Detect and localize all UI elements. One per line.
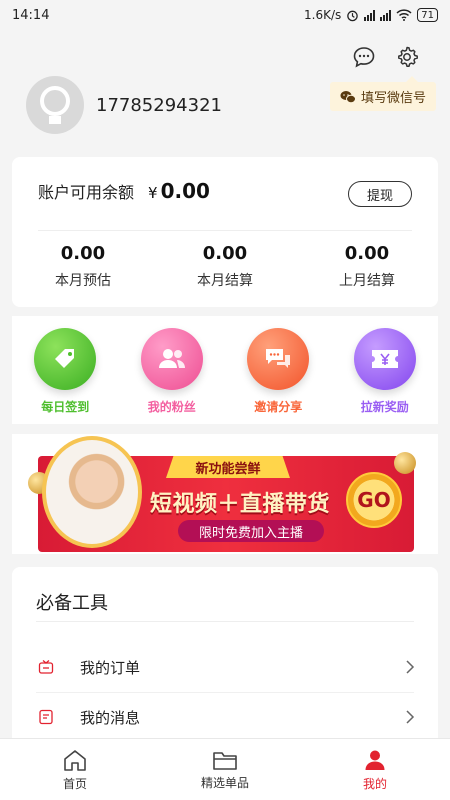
banner-portrait-image [42,436,142,548]
status-bar: 14:14 1.6K/s 71 [0,0,450,30]
stat-value: 0.00 [344,243,390,264]
banner-title: 短视频＋直播带货 [150,492,331,517]
feature-label: 邀请分享 [254,400,303,414]
tab-label: 首页 [62,776,87,791]
tab-mine[interactable]: 我的 [300,739,450,800]
feature-daily-checkin[interactable]: 每日签到 [25,328,105,415]
stat-last-month-settled[interactable]: 0.00 上月结算 [296,243,438,290]
feature-label: 我的粉丝 [147,400,196,414]
stat-label: 本月预估 [55,273,111,289]
feature-list: 每日签到 我的粉丝 邀请分享 拉新奖励 [12,316,438,415]
home-icon [64,749,86,771]
banner-tag: 新功能尝鲜 [166,456,290,478]
status-time: 14:14 [12,7,50,23]
tv-icon [32,659,60,675]
chevron-right-icon [402,709,418,725]
net-speed: 1.6K/s [304,8,342,22]
withdraw-button[interactable]: 提现 [348,181,412,207]
settings-gear-icon[interactable] [394,44,420,70]
feature-my-fans[interactable]: 我的粉丝 [132,328,212,415]
divider [36,621,414,622]
stat-month-settled[interactable]: 0.00 本月结算 [154,243,296,290]
tool-label: 我的订单 [80,658,141,677]
feature-referral-reward[interactable]: 拉新奖励 [345,328,425,415]
avatar[interactable] [26,76,84,134]
battery-icon: 71 [417,8,438,22]
tab-home[interactable]: 首页 [0,739,150,800]
wifi-icon [396,9,412,21]
stat-label: 本月结算 [197,273,253,289]
fans-icon [140,328,203,390]
balance-row: 账户可用余额 ¥0.00 [38,179,210,203]
balance-value: 0.00 [160,179,210,203]
stat-label: 上月结算 [339,273,395,289]
stats-row: 0.00 本月预估 0.00 本月结算 0.00 上月结算 [12,243,438,290]
tag-icon [34,328,97,390]
top-actions [351,44,420,70]
tools-card: 必备工具 我的订单 我的消息 [12,567,438,747]
stat-value: 0.00 [60,243,106,264]
balance-label: 账户可用余额 [38,183,135,202]
decor-orb [394,452,416,474]
tab-featured-items[interactable]: 精选单品 [150,739,300,800]
wechat-tip-label: 填写微信号 [360,91,426,106]
phone-number: 17785294321 [96,94,222,116]
tools-title: 必备工具 [36,593,108,614]
tool-label: 我的消息 [80,708,141,727]
tool-my-messages[interactable]: 我的消息 [32,692,418,742]
feature-label: 每日签到 [41,400,90,414]
tool-my-orders[interactable]: 我的订单 [32,642,418,692]
wechat-tip-button[interactable]: 填写微信号 [329,76,436,111]
banner-subtitle: 限时免费加入主播 [178,520,324,542]
promo-banner[interactable]: 新功能尝鲜 短视频＋直播带货 限时免费加入主播 GO [12,434,438,554]
user-icon [365,750,385,770]
feature-card: 每日签到 我的粉丝 邀请分享 拉新奖励 [12,316,438,424]
currency-symbol: ¥ [148,184,158,202]
tab-label: 精选单品 [200,775,249,790]
message-doc-icon [32,709,60,725]
balance-card: 账户可用余额 ¥0.00 提现 0.00 本月预估 0.00 本月结算 0.00… [12,157,438,307]
divider [38,230,412,231]
bottom-tab-bar: 首页 精选单品 我的 [0,738,450,800]
stat-value: 0.00 [202,243,248,264]
tab-label: 我的 [362,776,387,791]
ticket-icon [353,328,416,390]
status-icons: 1.6K/s 71 [304,8,438,22]
signal-icon [380,9,392,21]
banner-go-button[interactable]: GO [346,472,402,528]
chevron-right-icon [402,659,418,675]
balance-amount: ¥0.00 [148,179,210,203]
stat-month-estimate[interactable]: 0.00 本月预估 [12,243,154,290]
chat-bubbles-icon [247,328,310,390]
message-icon[interactable] [351,44,377,70]
feature-invite-share[interactable]: 邀请分享 [238,328,318,415]
feature-label: 拉新奖励 [360,400,409,414]
alarm-icon [347,10,359,21]
wechat-icon [340,90,356,103]
profile: 17785294321 [26,76,222,134]
folder-icon [213,751,237,770]
signal-icon [364,9,376,21]
